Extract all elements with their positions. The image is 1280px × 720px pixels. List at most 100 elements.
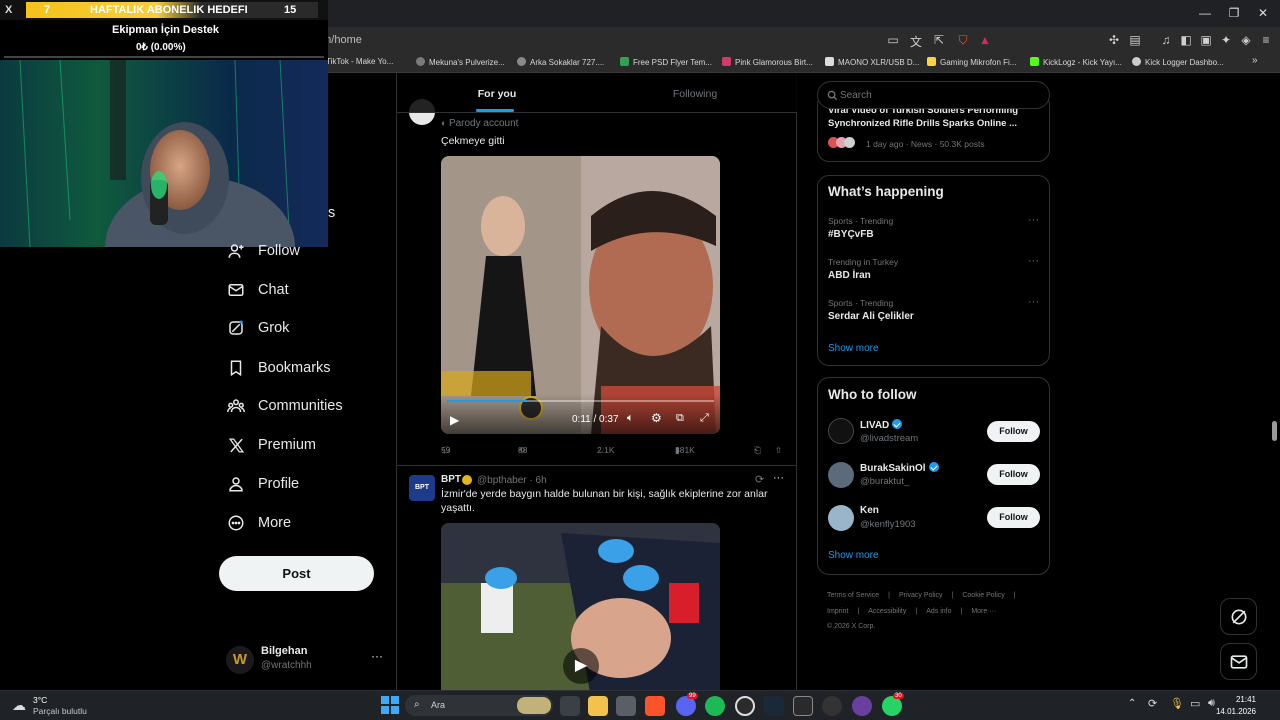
clock-time[interactable]: 21:41	[1236, 695, 1256, 704]
avatar[interactable]: BPT	[409, 475, 435, 501]
bookmark-item[interactable]: TikTok - Make Yo...	[326, 57, 393, 66]
footer-link[interactable]: More ···	[971, 608, 996, 615]
play-icon[interactable]: ▶	[450, 413, 459, 427]
tweet-video[interactable]: ▶ 0:11 / 0:37 🔈︎ ⚙ ⧉ ⤢	[441, 156, 720, 434]
account-more-icon[interactable]: ···	[371, 649, 383, 663]
page-scrollbar[interactable]	[1272, 421, 1277, 441]
sidebar-icon[interactable]: ◧	[1178, 33, 1194, 47]
brave-browser-icon[interactable]	[645, 696, 665, 716]
music-icon[interactable]: ♫	[1158, 33, 1174, 47]
task-view-icon[interactable]	[560, 696, 580, 716]
weather-description[interactable]: Parçalı bulutlu	[33, 706, 87, 716]
share-icon[interactable]: ⇱	[931, 33, 947, 47]
bookmark-item[interactable]: Kick Logger Dashbo...	[1132, 57, 1224, 67]
trend-more-icon[interactable]: ···	[1028, 214, 1039, 226]
screen-share-icon[interactable]: ▭	[885, 33, 901, 47]
show-more-link[interactable]: Show more	[828, 550, 879, 561]
bookmark-item[interactable]: Arka Sokaklar 727....	[517, 57, 604, 67]
account-switcher[interactable]: W Bilgehan @wratchhh ···	[226, 643, 386, 679]
epic-games-icon[interactable]	[793, 696, 813, 716]
spotify-icon[interactable]	[705, 696, 725, 716]
footer-link[interactable]: Ads info	[926, 608, 951, 615]
settings-icon[interactable]: ⚙	[651, 411, 662, 425]
messages-fab-button[interactable]	[1220, 643, 1257, 680]
fullscreen-icon[interactable]: ⤢	[700, 412, 709, 425]
maximize-button[interactable]: ❐	[1227, 6, 1241, 20]
grok-fab-button[interactable]	[1220, 598, 1257, 635]
follow-button[interactable]: Follow	[987, 464, 1040, 485]
follow-suggestion-name[interactable]: Ken	[860, 505, 879, 516]
footer-link[interactable]: Terms of Service	[827, 592, 879, 599]
avatar[interactable]	[828, 505, 854, 531]
volume-icon[interactable]: 🔊︎	[1208, 697, 1215, 710]
nav-profile[interactable]: Profile	[226, 469, 299, 499]
bookmark-item[interactable]: Pink Glamorous Birt...	[722, 57, 813, 67]
nav-premium[interactable]: Premium	[226, 430, 316, 460]
nav-chat[interactable]: Chat	[226, 275, 289, 305]
clock-date[interactable]: 14.01.2026	[1216, 707, 1256, 716]
weather-icon[interactable]: ☁	[12, 697, 26, 714]
steam-icon[interactable]	[764, 696, 784, 716]
tweet-video[interactable]: ▶	[441, 523, 720, 690]
search-input[interactable]: Search	[817, 81, 1050, 109]
trend-more-icon[interactable]: ···	[1028, 296, 1039, 308]
bookmark-item[interactable]: KickLogz - Kick Yayı...	[1030, 57, 1122, 67]
nav-grok[interactable]: Grok	[226, 313, 289, 343]
close-window-button[interactable]: ✕	[1256, 6, 1270, 20]
vpn-icon[interactable]: ◈	[1238, 33, 1254, 47]
brave-shield-icon[interactable]: ⛉	[955, 33, 971, 48]
follow-button[interactable]: Follow	[987, 507, 1040, 528]
grok-actions-icon[interactable]: ⟳	[755, 473, 764, 486]
start-button[interactable]	[381, 696, 399, 714]
avatar[interactable]	[828, 462, 854, 488]
show-more-link[interactable]: Show more	[828, 343, 879, 354]
nav-follow[interactable]: Follow	[226, 236, 300, 266]
wallet-icon[interactable]: ▣	[1198, 33, 1214, 47]
video-progress-track[interactable]	[447, 400, 714, 402]
minimize-button[interactable]: —	[1198, 6, 1212, 20]
tab-for-you[interactable]: For you	[397, 73, 597, 113]
follow-button[interactable]: Follow	[987, 421, 1040, 442]
trend-item[interactable]: Serdar Ali Çelikler	[828, 311, 914, 322]
tab-following[interactable]: Following	[595, 73, 795, 113]
play-icon[interactable]: ▶	[563, 648, 599, 684]
footer-link[interactable]: Accessibility	[868, 608, 906, 615]
follow-suggestion-name[interactable]: BurakSakinOl	[860, 462, 939, 474]
show-hidden-icons[interactable]: ⌃	[1128, 698, 1136, 709]
volume-icon[interactable]: 🔈︎	[627, 412, 634, 425]
whatsapp-icon[interactable]: 30	[882, 693, 904, 716]
microphone-icon[interactable]: 🎙︎	[1170, 697, 1184, 710]
leo-ai-icon[interactable]: ✦	[1218, 33, 1234, 47]
footer-link[interactable]: Cookie Policy	[962, 592, 1004, 599]
nav-communities[interactable]: Communities	[226, 391, 343, 421]
extensions-icon[interactable]: ✣	[1106, 33, 1122, 47]
bookmarks-overflow[interactable]: »	[1252, 55, 1258, 66]
nav-bookmarks[interactable]: Bookmarks	[226, 353, 331, 383]
obs-icon[interactable]	[735, 696, 755, 716]
sync-icon[interactable]: ⟳	[1148, 697, 1157, 710]
tweet-author[interactable]: BPT	[441, 474, 461, 485]
weather-temperature[interactable]: 3°C	[33, 695, 47, 705]
follow-suggestion-name[interactable]: LIVAD	[860, 419, 903, 431]
bookmark-item[interactable]: Mekuna's Pulverize...	[416, 57, 505, 67]
bookmark-button[interactable]: ⎗	[754, 445, 761, 456]
discord-icon[interactable]: 99	[676, 693, 698, 716]
store-icon[interactable]	[616, 696, 636, 716]
picture-in-picture-icon[interactable]: ⧉	[676, 412, 684, 425]
bookmark-item[interactable]: Gaming Mikrofon Fi...	[927, 57, 1016, 67]
bookmark-item[interactable]: MAONO XLR/USB D...	[825, 57, 919, 67]
display-icon[interactable]: ▭	[1190, 697, 1200, 710]
avatar[interactable]	[828, 418, 854, 444]
reader-mode-icon[interactable]: ▤	[1127, 33, 1143, 47]
tweet-more-icon[interactable]: ···	[773, 472, 784, 484]
post-button[interactable]: Post	[219, 556, 374, 591]
menu-icon[interactable]: ≡	[1258, 33, 1274, 47]
app-icon[interactable]	[822, 696, 842, 716]
footer-link[interactable]: Imprint	[827, 608, 848, 615]
file-explorer-icon[interactable]	[588, 696, 608, 716]
nav-more[interactable]: More	[226, 508, 291, 538]
share-icon[interactable]: ⇧	[775, 445, 782, 456]
trend-item[interactable]: ABD İran	[828, 270, 871, 281]
footer-link[interactable]: Privacy Policy	[899, 592, 943, 599]
taskbar-search[interactable]: ⌕ Ara	[405, 695, 553, 716]
